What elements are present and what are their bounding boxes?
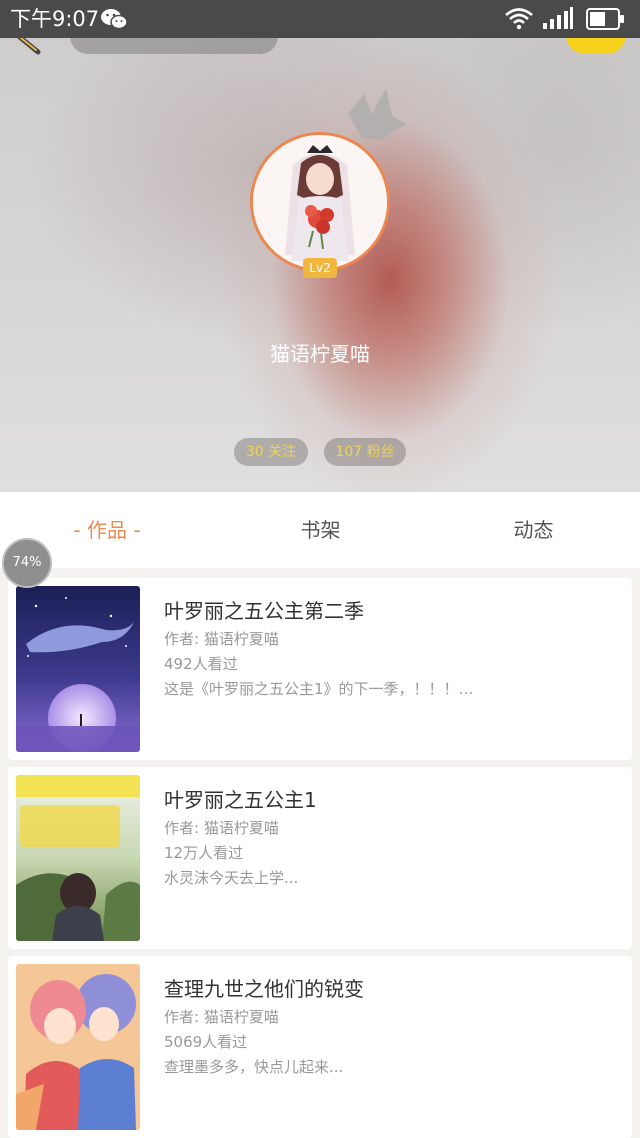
username: 猫语柠夏喵	[270, 342, 370, 366]
work-card[interactable]: 叶罗丽之五公主第二季 作者: 猫语柠夏喵 492人看过 这是《叶罗丽之五公主1》…	[8, 578, 632, 760]
battery-icon	[586, 8, 624, 30]
work-card[interactable]: 叶罗丽之五公主1 作者: 猫语柠夏喵 12万人看过 水灵沫今天去上学...	[8, 767, 632, 949]
progress-badge[interactable]: 74%	[2, 538, 52, 588]
status-bar: 下午9:07	[0, 0, 640, 38]
signal-icon	[543, 7, 573, 29]
work-author: 作者: 猫语柠夏喵	[164, 1008, 279, 1026]
tab-bar: - 作品 - 书架 动态	[0, 492, 640, 568]
profile-header: Lv2 猫语柠夏喵 30 关注 107 粉丝	[0, 0, 640, 492]
book-cover	[16, 964, 140, 1130]
status-time: 下午9:07	[10, 7, 100, 31]
work-description: 这是《叶罗丽之五公主1》的下一季，！！！…	[164, 680, 474, 698]
work-title: 查理九世之他们的锐变	[164, 977, 364, 1001]
tab-bookshelf[interactable]: 书架	[214, 492, 427, 568]
book-cover	[16, 775, 140, 941]
work-views: 5069人看过	[164, 1033, 248, 1051]
work-views: 12万人看过	[164, 844, 244, 862]
work-title: 叶罗丽之五公主1	[164, 788, 317, 812]
tab-activity[interactable]: 动态	[427, 492, 640, 568]
book-cover	[16, 586, 140, 752]
work-description: 水灵沫今天去上学...	[164, 869, 299, 887]
work-author: 作者: 猫语柠夏喵	[164, 819, 279, 837]
fans-count[interactable]: 107 粉丝	[324, 438, 406, 466]
work-description: 查理墨多多，快点儿起来...	[164, 1058, 344, 1076]
wifi-icon	[505, 8, 533, 30]
following-count[interactable]: 30 关注	[234, 438, 308, 466]
level-badge: Lv2	[303, 258, 337, 278]
work-views: 492人看过	[164, 655, 238, 673]
avatar[interactable]	[250, 132, 390, 272]
wechat-icon	[101, 9, 128, 30]
work-author: 作者: 猫语柠夏喵	[164, 630, 279, 648]
work-card[interactable]: 查理九世之他们的锐变 作者: 猫语柠夏喵 5069人看过 查理墨多多，快点儿起来…	[8, 956, 632, 1138]
work-title: 叶罗丽之五公主第二季	[164, 599, 364, 623]
crown-icon	[348, 88, 406, 140]
